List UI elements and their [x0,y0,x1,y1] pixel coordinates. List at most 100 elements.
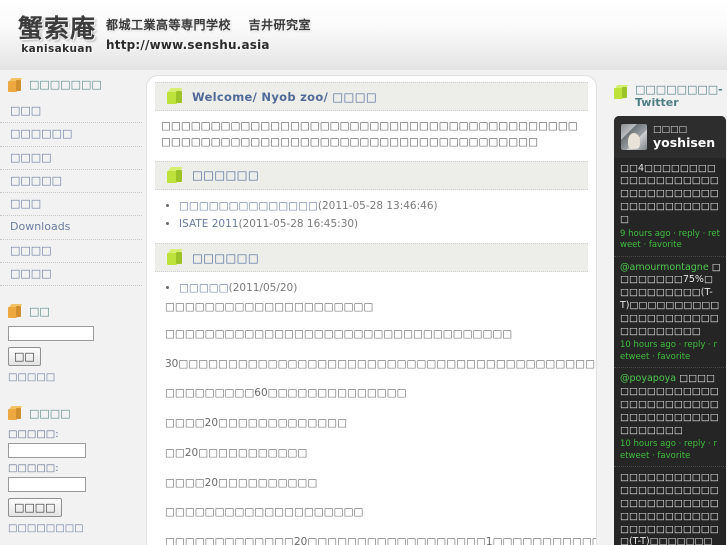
menu-widget-title: □□□□□□□ [29,78,102,92]
list-item[interactable]: □□□□ [0,263,142,287]
diary-paragraph-4: □□□□20□□□□□□□□□□□□□ [165,417,348,430]
right-sidebar: □□□□□□□□- Twitter □□□□ yoshisen □□4□□□□□… [606,84,727,545]
green-cube-icon [167,249,184,266]
login-widget-title: □□□□ [29,406,71,420]
username-field[interactable] [8,443,86,459]
banner-inner: 蟹索庵 kanisakuan 都城工業高等専門学校 吉井研究室 http://w… [18,16,311,55]
login-widget-header: □□□□ [0,406,142,421]
login-button[interactable]: □□□□ [8,498,62,518]
orange-cube-icon [8,304,23,319]
left-sidebar: □□□□□□□ □□□ □□□□□□ □□□□ □□□□□ □□□ Downlo… [0,78,142,545]
tweet-text-2: @poyapoya □□□□□□□□□□□□□□□□□□□□□□□□□□□□□□… [620,373,721,437]
orange-cube-icon [8,406,23,421]
welcome-section-header: Welcome/ Nyob zoo/ □□□□ [155,82,588,111]
sidebar-item-downloads[interactable]: Downloads [0,216,142,238]
news-title: □□□□□□ [192,168,259,183]
list-item[interactable]: □□□□□□□□□□□□□□□□□□□□□□□□□□□□□□□□□□□□□□□□… [614,467,726,545]
twitter-real-name: □□□□ [653,125,688,136]
search-widget-header: □□ [0,304,142,319]
twitter-widget-title: □□□□□□□□- Twitter [635,84,723,109]
diary-paragraph-7: □□□□□□□□□□□□□□□□□□□□ [165,506,364,519]
list-item[interactable]: □□□□□□□□□□□□□□(2011-05-28 13:46:46) [179,197,596,216]
tweet-text-0: □□4□□□□□□□□□□□□□□□□□□□□□□□□□□□□□□□□□□□□□… [620,162,719,225]
search-widget: □□ □□ □□□□□ [0,304,142,386]
lab-name-text: 吉井研究室 [248,18,312,32]
diary-body: □□□□□□□□□□□□□□□□□□□□□ □□□□□□□□□□□□□□□□□□… [147,300,596,545]
avatar [621,123,647,150]
diary-paragraph-1: □□□□□□□□□□□□□□□□□□□□□□□□□□□□□□□□□□□ [165,327,513,340]
tweet-meta-1[interactable]: 10 hours ago · reply · retweet · favorit… [620,340,721,363]
twitter-widget: □□□□□□□□- Twitter □□□□ yoshisen □□4□□□□□… [606,84,727,545]
register-link[interactable]: □□□□□□□□ [0,520,142,537]
sidebar-item-3[interactable]: □□□□□ [0,170,142,192]
list-item[interactable]: ISATE 2011(2011-05-28 16:45:30) [179,215,596,234]
twitter-profile-header[interactable]: □□□□ yoshisen [614,116,726,158]
news-section-header: □□□□□□ [155,160,588,190]
news-timestamp-1: (2011-05-28 16:45:30) [238,218,359,231]
logo-kanji-text: 蟹索庵 [18,14,97,43]
tweet-mention-1[interactable]: @amourmontagne [620,262,709,273]
news-timestamp-0: (2011-05-28 13:46:46) [317,199,438,212]
list-item[interactable]: □□□ [0,193,142,217]
list-item[interactable]: □□□□ [0,147,142,170]
list-item[interactable]: Downloads [0,216,142,240]
list-item[interactable]: □□□ [0,100,142,124]
diary-paragraph-0: □□□□□□□□□□□□□□□□□□□□□ [165,301,374,314]
list-item[interactable]: @amourmontagne □□□□□□□□75%□□□□□□□□□□(T-T… [614,257,726,369]
twitter-names: □□□□ yoshisen [653,123,715,150]
school-name-text: 都城工業高等専門学校 [106,18,232,32]
twitter-timeline-box[interactable]: □□□□ yoshisen □□4□□□□□□□□□□□□□□□□□□□□□□□… [614,116,726,545]
password-label: □□□□□: [8,463,59,475]
list-item[interactable]: □□□□□ [0,170,142,194]
menu-nav-list: □□□ □□□□□□ □□□□ □□□□□ □□□ Downloads □□□□… [0,100,142,287]
diary-lead-list: □□□□□(2011/05/20) [147,279,596,298]
diary-lead-link[interactable]: □□□□□ [179,282,229,294]
list-item[interactable]: □□□□ [0,240,142,264]
sidebar-item-6[interactable]: □□□□ [0,240,142,262]
diary-paragraph-3: □□□□□□□□□60□□□□□□□□□□□□□□ [165,387,407,400]
list-item[interactable]: □□□□□(2011/05/20) [179,279,596,298]
diary-paragraph-6: □□□□20□□□□□□□□□□ [165,476,318,489]
school-info: 都城工業高等専門学校 吉井研究室 http://www.senshu.asia [106,16,311,51]
twitter-widget-header: □□□□□□□□- Twitter [606,84,727,109]
sidebar-item-0[interactable]: □□□ [0,100,142,122]
diary-lead-timestamp: (2011/05/20) [228,282,298,295]
list-item[interactable]: @poyapoya □□□□□□□□□□□□□□□□□□□□□□□□□□□□□□… [614,368,726,468]
diary-paragraph-8: □□□□□□□□□□□□□20□□□□□□□□□□□□□□□□□□1□□□□□□… [165,536,597,545]
sidebar-item-1[interactable]: □□□□□□ [0,123,142,145]
news-link-0[interactable]: □□□□□□□□□□□□□□ [179,200,318,212]
welcome-paragraph: □□□□□□□□□□□□□□□□□□□□□□□□□□□□□□□□□□□□□□□□… [161,120,578,149]
search-button[interactable]: □□ [8,347,41,367]
search-input[interactable] [8,326,94,342]
advanced-search-link[interactable]: □□□□□ [0,369,142,386]
sidebar-item-4[interactable]: □□□ [0,193,142,215]
green-cube-icon [167,88,184,105]
sidebar-item-7[interactable]: □□□□ [0,263,142,285]
diary-paragraph-2: 30□□□□□□□□□□□□□□□□□□□□□□□□□□□□□□□□□□□□□□… [165,357,596,370]
twitter-title-line1: □□□□□□□□- [635,84,723,96]
menu-widget: □□□□□□□ □□□ □□□□□□ □□□□ □□□□□ □□□ Downlo… [0,78,142,287]
news-list: □□□□□□□□□□□□□□(2011-05-28 13:46:46) ISAT… [147,197,596,235]
tweet-text-3: □□□□□□□□□□□□□□□□□□□□□□□□□□□□□□□□□□□□□□□□… [620,472,719,545]
welcome-title: Welcome/ Nyob zoo/ □□□□ [192,89,378,104]
password-field[interactable] [8,477,86,493]
sidebar-item-2[interactable]: □□□□ [0,147,142,169]
diary-section-header: □□□□□□ [155,243,588,273]
logo-roman-text: kanisakuan [21,43,93,55]
tweet-text-1: @amourmontagne □□□□□□□□75%□□□□□□□□□□(T-T… [620,262,721,339]
list-item[interactable]: □□4□□□□□□□□□□□□□□□□□□□□□□□□□□□□□□□□□□□□□… [614,158,726,257]
site-logo[interactable]: 蟹索庵 kanisakuan [18,16,96,55]
main-content-panel: Welcome/ Nyob zoo/ □□□□ □□□□□□□□□□□□□□□□… [146,75,597,545]
search-widget-title: □□ [29,304,50,318]
news-link-1[interactable]: ISATE 2011 [179,218,238,230]
twitter-handle: yoshisen [653,134,716,150]
list-item[interactable]: □□□□□□ [0,123,142,147]
tweet-meta-0[interactable]: 9 hours ago · reply · retweet · favorite [620,229,721,252]
tweet-meta-2[interactable]: 10 hours ago · reply · retweet · favorit… [620,439,721,462]
tweet-mention-2[interactable]: @poyapoya [620,373,676,384]
site-banner: 蟹索庵 kanisakuan 都城工業高等専門学校 吉井研究室 http://w… [0,0,727,70]
username-label: □□□□□: [8,429,59,441]
orange-cube-icon [8,78,23,93]
school-line: 都城工業高等専門学校 吉井研究室 [106,19,311,31]
diary-paragraph-5: □□20□□□□□□□□□□□ [165,446,308,459]
